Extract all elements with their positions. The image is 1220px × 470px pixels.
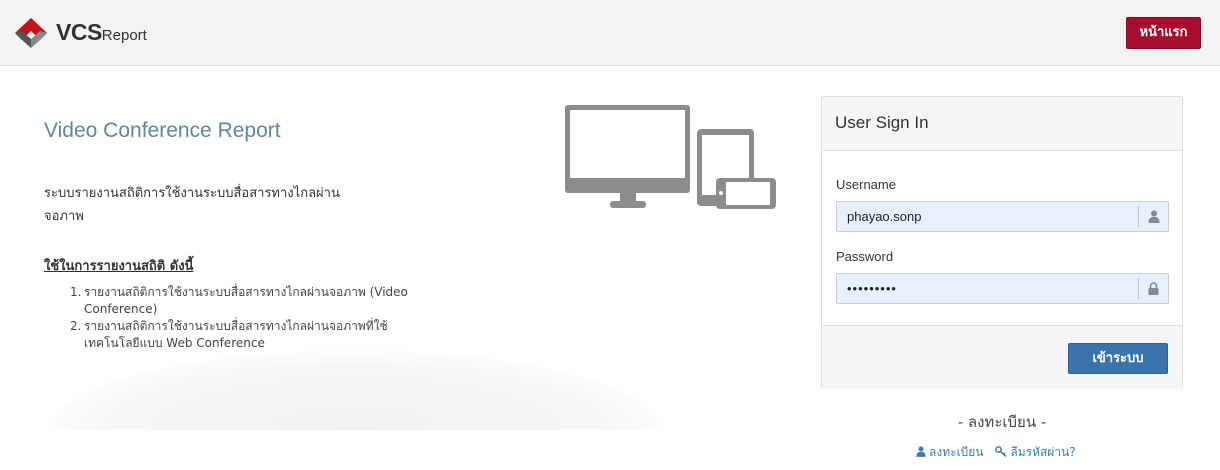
password-input[interactable] xyxy=(837,274,1135,303)
key-icon xyxy=(995,446,1007,458)
forgot-password-link[interactable]: ลืมรหัสผ่าน? xyxy=(995,445,1076,459)
devices-icon xyxy=(565,105,776,209)
panel-footer: เข้าระบบ xyxy=(822,325,1182,389)
username-label: Username xyxy=(836,177,896,192)
password-field-wrapper xyxy=(836,273,1169,304)
username-addon xyxy=(1138,206,1168,227)
list-number: 1. xyxy=(70,285,82,299)
usage-heading: ใช้ในการรายงานสถิติ ดังนี้ xyxy=(44,259,194,274)
register-link-label: ลงทะเบียน xyxy=(929,445,984,459)
list-item: 2. รายงานสถิติการใช้งานระบบสื่อสารทางไกล… xyxy=(70,318,430,352)
register-heading: - ลงทะเบียน - xyxy=(957,413,1047,431)
list-number: 2. xyxy=(70,319,82,333)
system-description: ระบบรายงานสถิติการใช้งานระบบสื่อสารทางไก… xyxy=(44,186,340,224)
lock-icon xyxy=(1148,282,1159,295)
usage-list: 1. รายงานสถิติการใช้งานระบบสื่อสารทางไกล… xyxy=(70,284,430,352)
panel-title: User Sign In xyxy=(822,97,1182,151)
vcs-logo-icon[interactable] xyxy=(14,17,48,49)
brand-primary: VCS xyxy=(56,19,102,45)
user-icon xyxy=(1148,210,1160,223)
brand-secondary: Report xyxy=(101,27,147,44)
top-navbar: VCSReport หน้าแรก xyxy=(0,0,1220,66)
decorative-shadow xyxy=(50,350,660,430)
user-icon xyxy=(916,446,926,457)
home-button[interactable]: หน้าแรก xyxy=(1126,17,1201,49)
list-text: รายงานสถิติการใช้งานระบบสื่อสารทางไกลผ่า… xyxy=(84,285,408,316)
list-item: 1. รายงานสถิติการใช้งานระบบสื่อสารทางไกล… xyxy=(70,284,430,318)
list-text: รายงานสถิติการใช้งานระบบสื่อสารทางไกลผ่า… xyxy=(84,319,388,350)
sign-in-panel: User Sign In Username Password เข้าระบบ xyxy=(821,96,1183,389)
brand-name[interactable]: VCSReport xyxy=(56,19,147,47)
login-button[interactable]: เข้าระบบ xyxy=(1068,343,1168,374)
username-input[interactable] xyxy=(837,202,1135,231)
password-label: Password xyxy=(836,249,894,264)
username-field-wrapper xyxy=(836,201,1169,232)
forgot-password-label: ลืมรหัสผ่าน? xyxy=(1010,445,1076,459)
page-title: Video Conference Report xyxy=(44,119,281,142)
password-addon xyxy=(1138,278,1168,299)
account-links: ลงทะเบียน ลืมรหัสผ่าน? xyxy=(916,443,1084,462)
register-link[interactable]: ลงทะเบียน xyxy=(916,445,987,459)
